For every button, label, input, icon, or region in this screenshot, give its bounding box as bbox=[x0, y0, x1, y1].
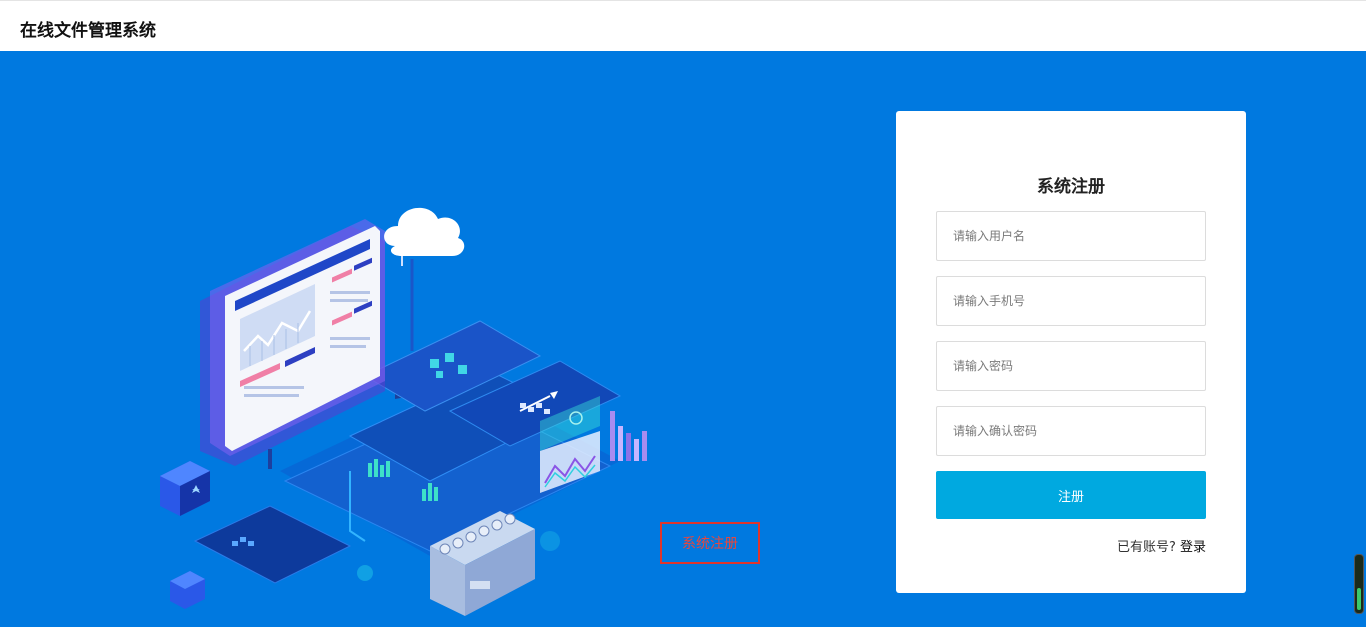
scrollbar-thumb[interactable] bbox=[1357, 588, 1361, 610]
app-title: 在线文件管理系统 bbox=[20, 21, 156, 41]
have-account-text: 已有账号? bbox=[1116, 540, 1176, 555]
top-header: 在线文件管理系统 bbox=[0, 0, 1366, 51]
annotation-box: 系统注册 bbox=[660, 522, 760, 564]
isometric-dashboard-illustration bbox=[160, 207, 647, 616]
cloud-icon bbox=[384, 207, 465, 351]
password-input[interactable] bbox=[936, 341, 1206, 391]
register-card: 系统注册 注册 已有账号? 登录 bbox=[896, 111, 1246, 593]
username-input[interactable] bbox=[936, 211, 1206, 261]
login-link[interactable]: 登录 bbox=[1180, 540, 1206, 555]
register-title: 系统注册 bbox=[1037, 177, 1105, 197]
phone-input[interactable] bbox=[936, 276, 1206, 326]
confirm-password-input[interactable] bbox=[936, 406, 1206, 456]
main-area: 系统注册 系统注册 注册 已有账号? 登录 bbox=[0, 51, 1366, 627]
login-prompt: 已有账号? 登录 bbox=[1117, 536, 1206, 555]
register-button[interactable]: 注册 bbox=[936, 471, 1206, 519]
scrollbar[interactable] bbox=[1354, 554, 1364, 614]
